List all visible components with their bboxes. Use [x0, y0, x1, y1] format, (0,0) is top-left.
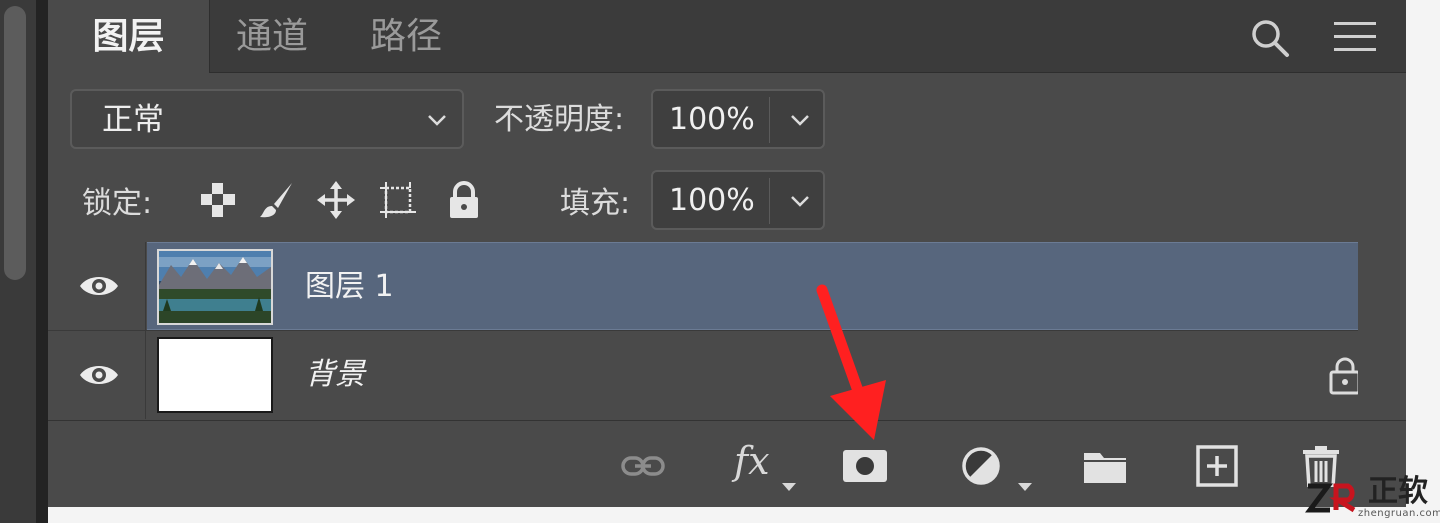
left-scrollbar[interactable] [4, 6, 26, 280]
watermark-text: 正软 [1368, 474, 1428, 509]
page-background [48, 507, 1440, 523]
opacity-divider [769, 97, 770, 143]
new-group-folder-icon[interactable] [1082, 445, 1128, 487]
panel-gutter [36, 0, 48, 523]
panel-tab-bar: 图层 通道 路径 [48, 0, 1406, 73]
layer-name[interactable]: 图层 1 [305, 267, 394, 307]
fill-label: 填充: [560, 186, 631, 221]
visibility-toggle[interactable] [48, 331, 146, 419]
eye-icon[interactable] [78, 361, 120, 389]
watermark-url: zhengruan.com [1358, 508, 1440, 519]
fx-icon[interactable]: fx [734, 439, 770, 483]
bottom-toolbar: fx [48, 421, 1406, 507]
blend-mode-select[interactable]: 正常 [70, 89, 464, 149]
fill-field[interactable]: 100% [651, 170, 825, 230]
zr-logo-icon [1305, 483, 1356, 513]
lock-fill-row: 锁定: 填充: 100% [48, 158, 1406, 242]
lock-artboard-icon[interactable] [378, 180, 418, 220]
layer-row[interactable]: 图层 1 [48, 242, 1358, 330]
blend-mode-value: 正常 [102, 102, 164, 138]
panel-menu-icon[interactable] [1334, 20, 1376, 54]
opacity-field[interactable]: 100% [651, 89, 825, 149]
opacity-value: 100% [669, 102, 755, 137]
layers-scroll-gutter [1358, 242, 1406, 420]
adjustment-menu-triangle [1018, 483, 1032, 491]
eye-icon[interactable] [78, 272, 120, 300]
left-dock-strip [0, 0, 36, 523]
fill-divider [769, 178, 770, 224]
layer-body[interactable]: 背景 [147, 331, 1361, 419]
lock-label: 锁定: [82, 186, 153, 221]
layer-thumbnail-white [157, 337, 273, 413]
layers-panel: 图层 通道 路径 正常 不透明度: 100% 锁定: 填充: 100% 图层 1… [48, 0, 1406, 507]
fill-value: 100% [669, 183, 755, 218]
tab-layers[interactable]: 图层 [48, 0, 210, 73]
search-icon[interactable] [1250, 18, 1290, 58]
chevron-down-icon[interactable] [789, 109, 811, 131]
blend-opacity-row: 正常 不透明度: 100% [48, 74, 1406, 158]
layer-thumbnail [157, 249, 273, 325]
layer-row[interactable]: 背景 [48, 330, 1361, 419]
annotation-arrow-icon [816, 284, 886, 440]
layers-list: 图层 1 背景 [48, 242, 1361, 420]
layer-body-selected[interactable]: 图层 1 [147, 242, 1358, 330]
lock-transparent-pixels-icon[interactable] [198, 180, 238, 220]
fx-menu-triangle [782, 483, 796, 491]
tab-channels[interactable]: 通道 [236, 0, 308, 73]
lock-image-pixels-brush-icon[interactable] [256, 180, 296, 220]
watermark-logo: 正软 zhengruan.com [1302, 474, 1440, 523]
adjustment-layer-icon[interactable] [960, 445, 1006, 487]
layer-name[interactable]: 背景 [305, 355, 365, 395]
lock-position-move-icon[interactable] [316, 180, 356, 220]
mountain-lake-image [159, 251, 271, 323]
chevron-down-icon [428, 115, 446, 126]
visibility-toggle[interactable] [48, 242, 146, 330]
add-mask-icon[interactable] [842, 445, 888, 487]
chevron-down-icon[interactable] [789, 190, 811, 212]
new-layer-icon[interactable] [1194, 445, 1240, 487]
link-layers-icon[interactable] [620, 445, 666, 487]
opacity-label: 不透明度: [494, 102, 625, 137]
lock-all-icon[interactable] [444, 180, 484, 220]
tab-paths[interactable]: 路径 [370, 0, 442, 73]
